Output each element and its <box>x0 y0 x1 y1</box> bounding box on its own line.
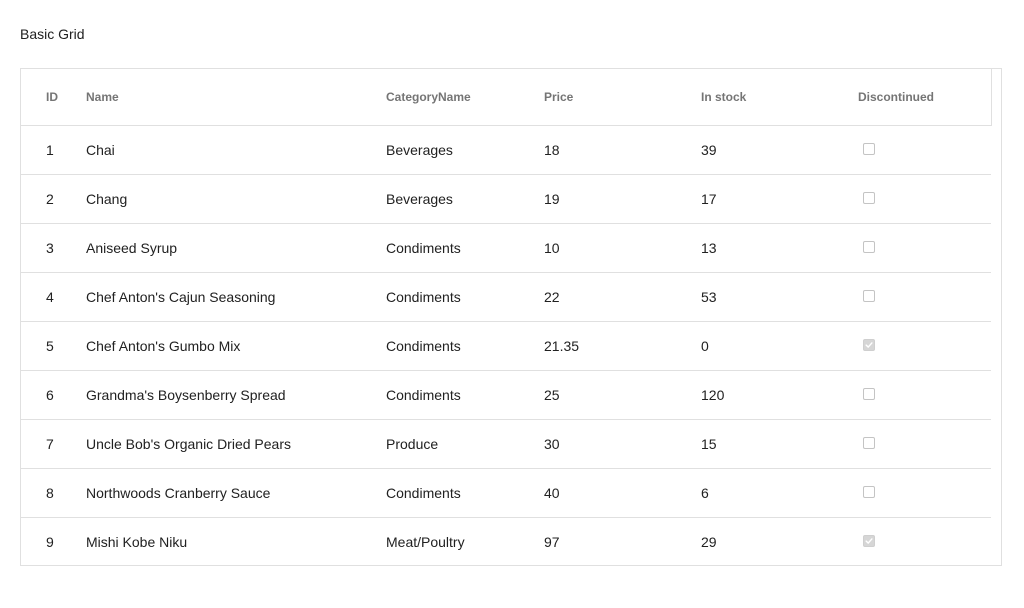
discontinued-checkbox[interactable] <box>863 535 875 547</box>
discontinued-checkbox[interactable] <box>863 339 875 351</box>
cell-in-stock: 15 <box>701 436 717 452</box>
table-row[interactable]: 5 Chef Anton's Gumbo Mix Condiments 21.35 0 <box>21 322 991 371</box>
cell-name: Northwoods Cranberry Sauce <box>86 485 271 501</box>
header-scrollbar-gutter <box>991 69 1001 126</box>
cell-in-stock: 120 <box>701 387 725 403</box>
table-row[interactable]: 7 Uncle Bob's Organic Dried Pears Produce 3… <box>21 420 991 469</box>
cell-category: Beverages <box>386 191 453 207</box>
table-row[interactable]: 2 Chang Beverages 19 17 <box>21 175 991 224</box>
cell-name: Aniseed Syrup <box>86 240 178 256</box>
cell-name: Mishi Kobe Niku <box>86 534 188 550</box>
cell-id: 5 <box>46 338 54 354</box>
page-title: Basic Grid <box>20 26 85 42</box>
table-row[interactable]: 1 Chai Beverages 18 39 <box>21 126 991 175</box>
discontinued-checkbox[interactable] <box>863 192 875 204</box>
cell-in-stock: 6 <box>701 485 709 501</box>
column-header-category[interactable]: CategoryName <box>386 69 471 125</box>
checkmark-icon <box>865 538 873 544</box>
cell-id: 9 <box>46 534 54 550</box>
table-row[interactable]: 8 Northwoods Cranberry Sauce Condiments 40 6 <box>21 469 991 518</box>
column-header-id[interactable]: ID <box>46 69 58 125</box>
checkmark-icon <box>865 342 873 348</box>
grid-body: 1 Chai Beverages 18 39 2 Chang Beverages 19 17 3 An… <box>21 126 991 565</box>
cell-in-stock: 29 <box>701 534 717 550</box>
cell-in-stock: 39 <box>701 142 717 158</box>
cell-category: Produce <box>386 436 439 452</box>
cell-in-stock: 53 <box>701 289 717 305</box>
cell-id: 8 <box>46 485 54 501</box>
discontinued-checkbox[interactable] <box>863 290 875 302</box>
column-header-in-stock[interactable]: In stock <box>701 69 746 125</box>
cell-id: 1 <box>46 142 54 158</box>
discontinued-checkbox[interactable] <box>863 143 875 155</box>
column-header-discontinued[interactable]: Discontinued <box>858 69 934 125</box>
cell-name: Chef Anton's Gumbo Mix <box>86 338 241 354</box>
cell-id: 2 <box>46 191 54 207</box>
cell-in-stock: 17 <box>701 191 717 207</box>
cell-price: 22 <box>544 289 560 305</box>
cell-category: Beverages <box>386 142 453 158</box>
cell-category: Condiments <box>386 338 461 354</box>
cell-price: 10 <box>544 240 560 256</box>
column-header-name[interactable]: Name <box>86 69 119 125</box>
discontinued-checkbox[interactable] <box>863 437 875 449</box>
cell-id: 6 <box>46 387 54 403</box>
table-row[interactable]: 3 Aniseed Syrup Condiments 10 13 <box>21 224 991 273</box>
table-row[interactable]: 9 Mishi Kobe Niku Meat/Poultry 97 29 <box>21 518 991 565</box>
cell-id: 7 <box>46 436 54 452</box>
cell-category: Condiments <box>386 387 461 403</box>
cell-price: 30 <box>544 436 560 452</box>
cell-category: Condiments <box>386 289 461 305</box>
table-row[interactable]: 4 Chef Anton's Cajun Seasoning Condiments 2… <box>21 273 991 322</box>
cell-name: Chang <box>86 191 128 207</box>
cell-name: Grandma's Boysenberry Spread <box>86 387 286 403</box>
grid-header: ID Name CategoryName Price In stock Disc… <box>21 69 991 126</box>
cell-price: 97 <box>544 534 560 550</box>
cell-in-stock: 13 <box>701 240 717 256</box>
discontinued-checkbox[interactable] <box>863 241 875 253</box>
cell-price: 40 <box>544 485 560 501</box>
cell-in-stock: 0 <box>701 338 709 354</box>
discontinued-checkbox[interactable] <box>863 486 875 498</box>
cell-id: 4 <box>46 289 54 305</box>
cell-name: Chef Anton's Cajun Seasoning <box>86 289 276 305</box>
data-grid: ID Name CategoryName Price In stock Disc… <box>20 68 1002 566</box>
cell-price: 21.35 <box>544 338 580 354</box>
discontinued-checkbox[interactable] <box>863 388 875 400</box>
cell-id: 3 <box>46 240 54 256</box>
cell-name: Chai <box>86 142 115 158</box>
cell-category: Meat/Poultry <box>386 534 465 550</box>
table-row[interactable]: 6 Grandma's Boysenberry Spread Condiments 2… <box>21 371 991 420</box>
cell-price: 18 <box>544 142 560 158</box>
cell-category: Condiments <box>386 485 461 501</box>
cell-name: Uncle Bob's Organic Dried Pears <box>86 436 291 452</box>
column-header-price[interactable]: Price <box>544 69 573 125</box>
cell-category: Condiments <box>386 240 461 256</box>
cell-price: 19 <box>544 191 560 207</box>
cell-price: 25 <box>544 387 560 403</box>
